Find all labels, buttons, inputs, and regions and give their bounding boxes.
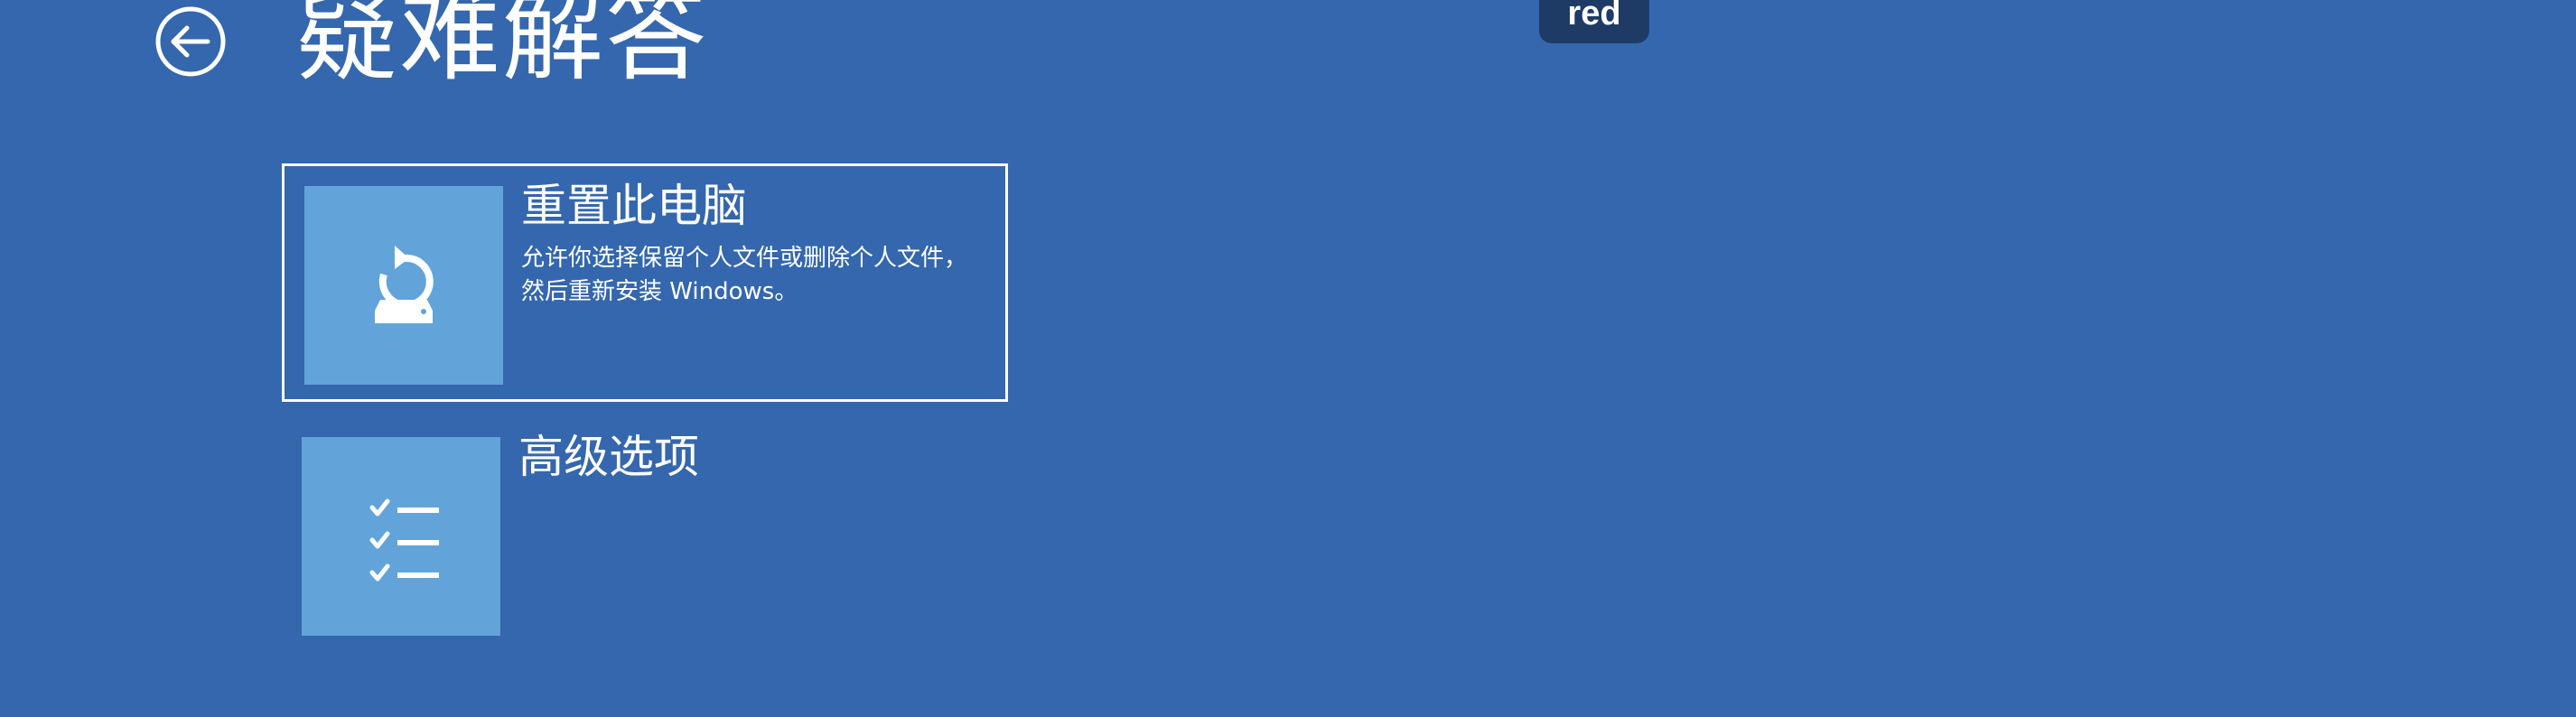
reset-pc-tile <box>304 186 503 385</box>
advanced-options-option[interactable]: 高级选项 <box>282 416 1008 655</box>
checklist-icon <box>369 498 439 582</box>
reset-pc-description: 允许你选择保留个人文件或删除个人文件，然后重新安装 Windows。 <box>521 245 968 305</box>
reset-pc-option[interactable]: 重置此电脑 允许你选择保留个人文件或删除个人文件，然后重新安装 Windows。 <box>282 163 1008 402</box>
overlay-badge-label: red <box>1567 0 1621 33</box>
back-arrow-circle-icon <box>155 6 226 77</box>
troubleshoot-screen: 疑难解答 red 重置此电脑 允许你选择保留个人文件或删除个人文件，然后重新安装… <box>0 0 2576 717</box>
reset-pc-title: 重置此电脑 <box>521 180 747 232</box>
page-title: 疑难解答 <box>296 0 708 95</box>
reset-pc-icon <box>375 246 434 323</box>
back-button[interactable] <box>154 5 228 79</box>
overlay-badge: red <box>1539 0 1649 43</box>
advanced-options-title: 高级选项 <box>518 431 699 483</box>
advanced-options-tile <box>302 437 500 636</box>
